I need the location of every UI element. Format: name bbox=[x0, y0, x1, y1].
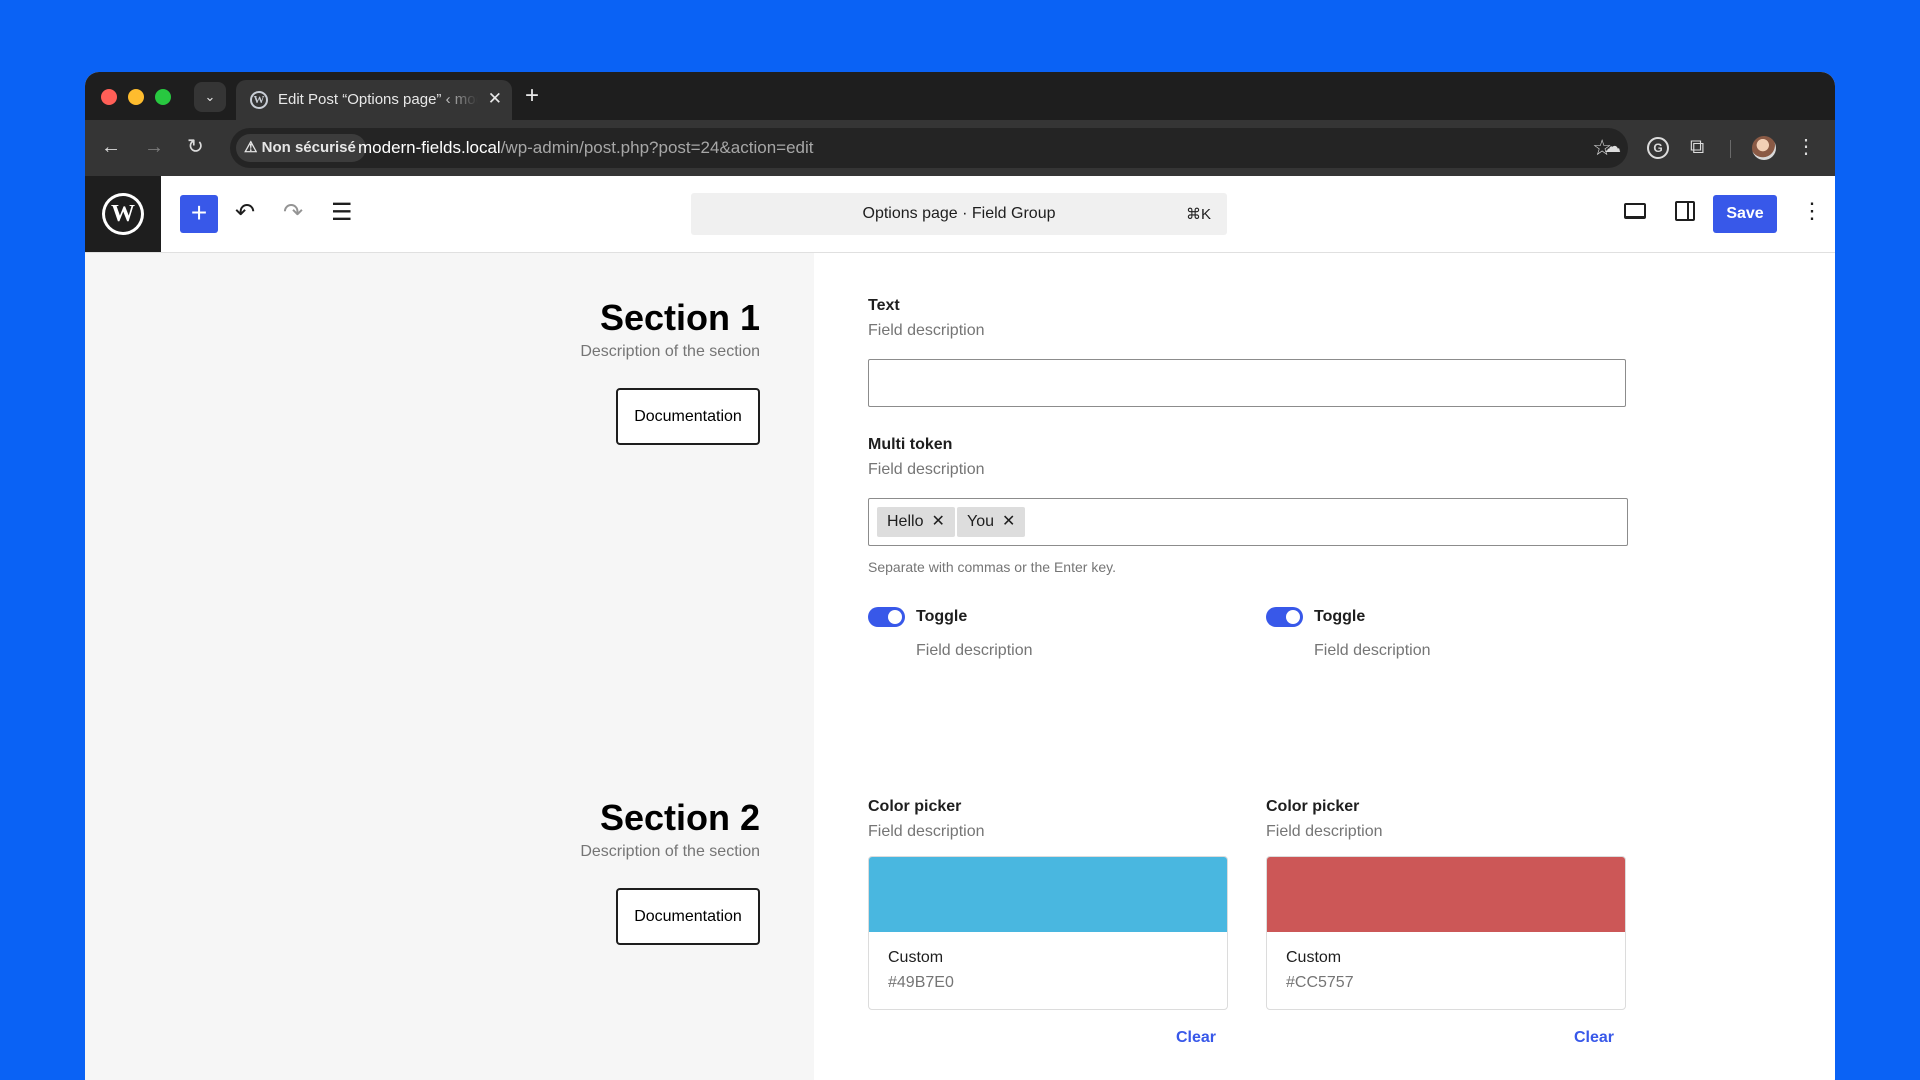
multi-token-input[interactable]: Hello ✕ You ✕ bbox=[868, 498, 1628, 546]
close-icon[interactable]: ✕ bbox=[488, 89, 502, 109]
color-picker-description: Field description bbox=[868, 823, 985, 840]
clear-button[interactable]: Clear bbox=[1176, 1029, 1216, 1047]
close-icon[interactable]: ✕ bbox=[1002, 513, 1015, 530]
color-name: Custom bbox=[1286, 949, 1342, 966]
chevron-down-icon: ⌄ bbox=[204, 89, 216, 104]
security-label: Non sécurisé bbox=[261, 139, 356, 156]
toggle-switch[interactable] bbox=[1266, 607, 1303, 627]
tab-title: Edit Post “Options page” ‹ modern-fields bbox=[278, 91, 478, 108]
browser-toolbar: ← → ↻ ⚠ Non sécurisé modern-fields.local… bbox=[85, 120, 1835, 176]
toggle-switch[interactable] bbox=[868, 607, 905, 627]
color-picker-label: Color picker bbox=[1266, 798, 1360, 815]
wordpress-icon: W bbox=[102, 193, 144, 235]
clear-button[interactable]: Clear bbox=[1574, 1029, 1614, 1047]
document-title: Options page · Field Group bbox=[862, 205, 1056, 222]
list-view-icon[interactable]: ☰ bbox=[331, 199, 353, 227]
wordpress-icon: W bbox=[250, 91, 268, 109]
multi-token-help: Separate with commas or the Enter key. bbox=[868, 559, 1116, 575]
toggle-label: Toggle bbox=[916, 608, 968, 625]
browser-window: ⌄ W Edit Post “Options page” ‹ modern-fi… bbox=[85, 72, 1835, 1080]
warning-icon: ⚠ bbox=[244, 139, 262, 156]
url-text[interactable]: modern-fields.local/wp-admin/post.php?po… bbox=[358, 138, 814, 158]
preview-icon[interactable] bbox=[1624, 203, 1646, 219]
block-inserter-button[interactable]: + bbox=[180, 195, 218, 233]
redo-icon[interactable]: ↷ bbox=[283, 199, 303, 227]
tab-strip: ⌄ W Edit Post “Options page” ‹ modern-fi… bbox=[85, 72, 1835, 120]
plus-icon: + bbox=[190, 197, 208, 228]
editor-header: W + ↶ ↷ ☰ Options page · Field Group ⌘K … bbox=[85, 176, 1835, 253]
cloud-icon[interactable]: ☁ bbox=[1604, 134, 1621, 160]
color-picker[interactable]: Custom #49B7E0 bbox=[868, 856, 1228, 1010]
token-chip: You ✕ bbox=[957, 507, 1026, 537]
documentation-button[interactable]: Documentation bbox=[616, 888, 760, 945]
undo-icon[interactable]: ↶ bbox=[235, 199, 255, 227]
command-shortcut: ⌘K bbox=[1185, 206, 1211, 223]
text-field-description: Field description bbox=[868, 322, 985, 339]
address-bar[interactable]: ⚠ Non sécurisé modern-fields.local/wp-ad… bbox=[230, 128, 1628, 168]
token-chip: Hello ✕ bbox=[877, 507, 955, 537]
browser-tab[interactable]: W Edit Post “Options page” ‹ modern-fiel… bbox=[236, 80, 512, 120]
forward-arrow-icon[interactable]: → bbox=[144, 135, 164, 159]
tab-search-button[interactable]: ⌄ bbox=[194, 82, 226, 112]
section-description: Description of the section bbox=[580, 843, 760, 860]
back-arrow-icon[interactable]: ← bbox=[101, 135, 121, 159]
multi-token-description: Field description bbox=[868, 461, 985, 478]
color-swatch[interactable] bbox=[869, 857, 1227, 932]
new-tab-button[interactable]: + bbox=[525, 82, 539, 110]
text-field-label: Text bbox=[868, 297, 900, 314]
toolbar-divider bbox=[1730, 140, 1731, 158]
sidebar-icon[interactable] bbox=[1675, 201, 1695, 221]
toggle-description: Field description bbox=[1314, 642, 1431, 659]
multi-token-label: Multi token bbox=[868, 436, 953, 453]
wordpress-logo-button[interactable]: W bbox=[85, 176, 161, 252]
grammarly-icon[interactable]: G bbox=[1647, 137, 1669, 159]
minimize-window-button[interactable] bbox=[128, 89, 144, 105]
maximize-window-button[interactable] bbox=[155, 89, 171, 105]
save-button[interactable]: Save bbox=[1713, 195, 1777, 233]
section-description: Description of the section bbox=[580, 343, 760, 360]
avatar[interactable] bbox=[1752, 136, 1776, 160]
toggle-label: Toggle bbox=[1314, 608, 1366, 625]
text-input[interactable] bbox=[868, 359, 1626, 407]
color-picker[interactable]: Custom #CC5757 bbox=[1266, 856, 1626, 1010]
color-swatch[interactable] bbox=[1267, 857, 1625, 932]
token-label: You bbox=[967, 513, 994, 530]
security-chip[interactable]: ⚠ Non sécurisé bbox=[236, 134, 366, 162]
command-palette-bar[interactable]: Options page · Field Group ⌘K bbox=[691, 193, 1227, 235]
documentation-button[interactable]: Documentation bbox=[616, 388, 760, 445]
close-icon[interactable]: ✕ bbox=[931, 513, 944, 530]
color-picker-description: Field description bbox=[1266, 823, 1383, 840]
section-title: Section 1 bbox=[599, 297, 760, 338]
color-name: Custom bbox=[888, 949, 944, 966]
url-host: modern-fields.local bbox=[358, 138, 501, 157]
color-picker-label: Color picker bbox=[868, 798, 962, 815]
color-hex: #49B7E0 bbox=[888, 974, 954, 991]
reload-icon[interactable]: ↻ bbox=[187, 135, 204, 159]
close-window-button[interactable] bbox=[101, 89, 117, 105]
url-path: /wp-admin/post.php?post=24&action=edit bbox=[500, 138, 814, 157]
section-title: Section 2 bbox=[599, 797, 760, 838]
token-label: Hello bbox=[887, 513, 924, 530]
kebab-menu-icon[interactable]: ⋮ bbox=[1801, 198, 1823, 224]
color-hex: #CC5757 bbox=[1286, 974, 1354, 991]
sections-panel: Section 1 Description of the section Doc… bbox=[85, 253, 814, 1080]
puzzle-icon[interactable]: ⧉ bbox=[1690, 134, 1704, 160]
kebab-menu-icon[interactable]: ⋮ bbox=[1796, 134, 1816, 159]
toggle-description: Field description bbox=[916, 642, 1033, 659]
editor-canvas: Section 1 Description of the section Doc… bbox=[85, 253, 1835, 1080]
